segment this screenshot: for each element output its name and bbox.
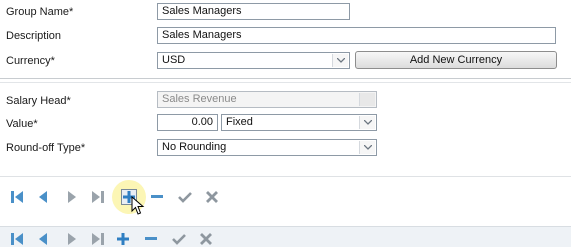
add-icon[interactable] [115,231,131,247]
last-record-icon[interactable] [90,231,106,247]
chevron-down-icon[interactable] [359,93,375,106]
mouse-pointer-icon [131,195,145,219]
chevron-down-icon[interactable] [359,116,375,129]
chevron-down-icon[interactable] [359,141,375,154]
cancel-x-icon[interactable] [198,231,214,247]
salary-head-value: Sales Revenue [162,93,237,105]
section-divider [0,78,571,79]
record-navigation-toolbar [0,180,571,215]
roundoff-type-label: Round-off Type* [6,142,86,154]
remove-icon[interactable] [149,189,165,205]
next-record-icon[interactable] [64,231,80,247]
group-name-field[interactable]: Sales Managers [157,3,350,20]
secondary-navigation-toolbar [0,226,571,247]
value-type-value: Fixed [226,116,253,128]
group-name-label: Group Name* [6,6,74,18]
roundoff-type-value: No Rounding [162,141,227,153]
salary-head-label: Salary Head* [6,95,71,107]
save-check-icon[interactable] [171,231,187,247]
previous-record-icon[interactable] [35,231,51,247]
next-record-icon[interactable] [64,189,80,205]
add-new-currency-button[interactable]: Add New Currency [355,51,557,69]
cancel-x-icon[interactable] [204,189,220,205]
salary-head-select[interactable]: Sales Revenue [157,91,377,108]
description-label: Description [6,30,62,42]
currency-select-value: USD [162,54,186,66]
chevron-down-icon[interactable] [332,54,348,67]
value-type-select[interactable]: Fixed [221,114,377,131]
toolbar-divider [0,176,571,177]
section-divider-secondary [0,82,571,83]
save-check-icon[interactable] [177,189,193,205]
value-label: Value* [6,118,38,130]
description-field[interactable]: Sales Managers [157,27,556,44]
first-record-icon[interactable] [9,189,25,205]
remove-icon[interactable] [143,231,159,247]
currency-select[interactable]: USD [157,52,350,69]
previous-record-icon[interactable] [35,189,51,205]
value-amount-field[interactable]: 0.00 [157,114,218,131]
roundoff-type-select[interactable]: No Rounding [157,139,377,156]
last-record-icon[interactable] [90,189,106,205]
currency-label: Currency* [6,55,55,67]
first-record-icon[interactable] [9,231,25,247]
